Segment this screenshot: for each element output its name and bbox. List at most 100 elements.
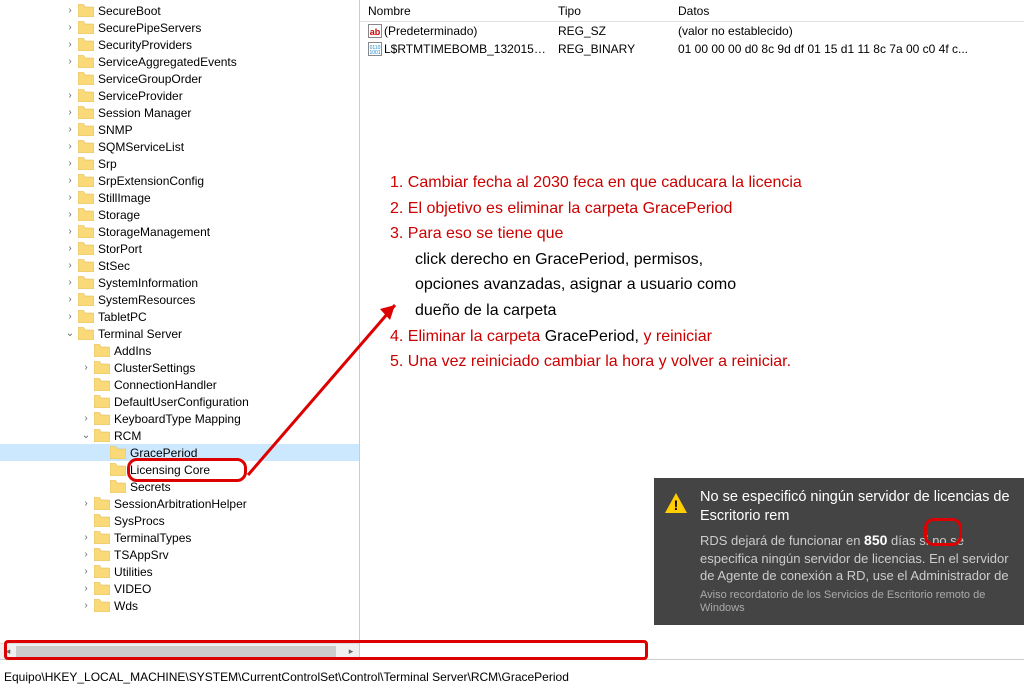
expand-closed-icon[interactable]: › — [80, 583, 92, 594]
tree-item[interactable]: ›Srp — [0, 155, 359, 172]
folder-icon — [94, 565, 110, 578]
expand-closed-icon[interactable]: › — [64, 226, 76, 237]
folder-icon — [78, 191, 94, 204]
tree-item[interactable]: › SNMP — [0, 121, 359, 138]
tree-label: SecurityProviders — [96, 38, 194, 52]
tree-item[interactable]: ›Wds — [0, 597, 359, 614]
folder-icon — [78, 310, 94, 323]
tree-item[interactable]: ›Utilities — [0, 563, 359, 580]
tree-label: RCM — [112, 429, 143, 443]
expand-closed-icon[interactable]: › — [64, 5, 76, 16]
tree-item[interactable]: ServiceGroupOrder — [0, 70, 359, 87]
tree-item[interactable]: › SecurityProviders — [0, 36, 359, 53]
tree-item[interactable]: GracePeriod — [0, 444, 359, 461]
tree-label: SNMP — [96, 123, 135, 137]
expand-closed-icon[interactable]: › — [80, 532, 92, 543]
warning-icon: ! — [664, 492, 688, 517]
tree-item[interactable]: ›SQMServiceList — [0, 138, 359, 155]
expand-closed-icon[interactable]: › — [64, 311, 76, 322]
tree-item[interactable]: AddIns — [0, 342, 359, 359]
expand-closed-icon[interactable]: › — [64, 260, 76, 271]
expand-closed-icon[interactable]: › — [64, 158, 76, 169]
tree-item[interactable]: ›StillImage — [0, 189, 359, 206]
folder-icon — [78, 157, 94, 170]
col-name[interactable]: Nombre — [360, 2, 550, 20]
value-row[interactable]: ab(Predeterminado)REG_SZ(valor no establ… — [360, 22, 1024, 40]
folder-icon — [94, 514, 110, 527]
tree-item[interactable]: › Session Manager — [0, 104, 359, 121]
expand-closed-icon[interactable]: › — [64, 107, 76, 118]
expand-closed-icon[interactable]: › — [64, 209, 76, 220]
expand-closed-icon[interactable]: › — [80, 413, 92, 424]
value-row[interactable]: 01101001L$RTMTIMEBOMB_1320153D...REG_BIN… — [360, 40, 1024, 58]
list-header: Nombre Tipo Datos — [360, 0, 1024, 22]
tree-item[interactable]: ›SecureBoot — [0, 2, 359, 19]
binary-value-icon: 01101001 — [368, 42, 382, 56]
folder-icon — [94, 395, 110, 408]
expand-closed-icon[interactable]: › — [64, 192, 76, 203]
tree-item[interactable]: ›StSec — [0, 257, 359, 274]
folder-icon — [78, 21, 94, 34]
tree-label: AddIns — [112, 344, 153, 358]
tree-label: TabletPC — [96, 310, 149, 324]
tree-item[interactable]: › TSAppSrv — [0, 546, 359, 563]
expand-closed-icon[interactable]: › — [64, 243, 76, 254]
expand-closed-icon[interactable]: › — [80, 566, 92, 577]
rds-notification[interactable]: ! No se especificó ningún servidor de li… — [654, 478, 1024, 625]
tree-item[interactable]: Secrets — [0, 478, 359, 495]
tree-item[interactable]: ›ClusterSettings — [0, 359, 359, 376]
tree-item[interactable]: DefaultUserConfiguration — [0, 393, 359, 410]
tree-item[interactable]: ›SystemResources — [0, 291, 359, 308]
expand-closed-icon[interactable]: › — [80, 600, 92, 611]
folder-icon — [78, 327, 94, 340]
tree-label: SecurePipeServers — [96, 21, 203, 35]
expand-closed-icon[interactable]: › — [64, 39, 76, 50]
expand-closed-icon[interactable]: › — [64, 294, 76, 305]
folder-icon — [110, 463, 126, 476]
tree-item[interactable]: ›SessionArbitrationHelper — [0, 495, 359, 512]
expand-closed-icon[interactable]: › — [64, 277, 76, 288]
tree-item[interactable]: SysProcs — [0, 512, 359, 529]
tree-item[interactable]: ›VIDEO — [0, 580, 359, 597]
annotation-text: 1. Cambiar fecha al 2030 feca en que cad… — [390, 170, 1014, 375]
tree-item[interactable]: ›SystemInformation — [0, 274, 359, 291]
folder-icon — [78, 123, 94, 136]
tree-item[interactable]: ⌄ RCM — [0, 427, 359, 444]
tree-item[interactable]: ›ServiceProvider — [0, 87, 359, 104]
tree-scrollbar[interactable]: ◂▸ — [0, 643, 359, 659]
expand-closed-icon[interactable]: › — [80, 498, 92, 509]
folder-icon — [94, 531, 110, 544]
expand-closed-icon[interactable]: › — [80, 362, 92, 373]
tree-item[interactable]: Licensing Core — [0, 461, 359, 478]
svg-text:ab: ab — [370, 27, 381, 37]
tree-item[interactable]: › TabletPC — [0, 308, 359, 325]
expand-closed-icon[interactable]: › — [80, 549, 92, 560]
expand-open-icon[interactable]: ⌄ — [64, 328, 76, 339]
expand-closed-icon[interactable]: › — [64, 175, 76, 186]
tree-item[interactable]: ›TerminalTypes — [0, 529, 359, 546]
expand-closed-icon[interactable]: › — [64, 124, 76, 135]
svg-text:1001: 1001 — [369, 50, 380, 56]
expand-closed-icon[interactable]: › — [64, 22, 76, 33]
expand-open-icon[interactable]: ⌄ — [80, 430, 92, 441]
expand-closed-icon[interactable]: › — [64, 90, 76, 101]
tree-item[interactable]: ›StorPort — [0, 240, 359, 257]
folder-icon — [78, 72, 94, 85]
col-type[interactable]: Tipo — [550, 2, 670, 20]
expand-closed-icon[interactable]: › — [64, 56, 76, 67]
tree-item[interactable]: ›SrpExtensionConfig — [0, 172, 359, 189]
tree-item[interactable]: ›ServiceAggregatedEvents — [0, 53, 359, 70]
folder-icon — [94, 497, 110, 510]
expand-closed-icon[interactable]: › — [64, 141, 76, 152]
folder-icon — [110, 446, 126, 459]
col-data[interactable]: Datos — [670, 2, 1024, 20]
tree-item[interactable]: ›Storage — [0, 206, 359, 223]
tree-item[interactable]: ⌄Terminal Server — [0, 325, 359, 342]
tree-item[interactable]: ConnectionHandler — [0, 376, 359, 393]
tree-item[interactable]: › SecurePipeServers — [0, 19, 359, 36]
tree-item[interactable]: ›KeyboardType Mapping — [0, 410, 359, 427]
tree-label: SysProcs — [112, 514, 167, 528]
tree-item[interactable]: ›StorageManagement — [0, 223, 359, 240]
tree-label: TSAppSrv — [112, 548, 171, 562]
tree-label: Session Manager — [96, 106, 193, 120]
